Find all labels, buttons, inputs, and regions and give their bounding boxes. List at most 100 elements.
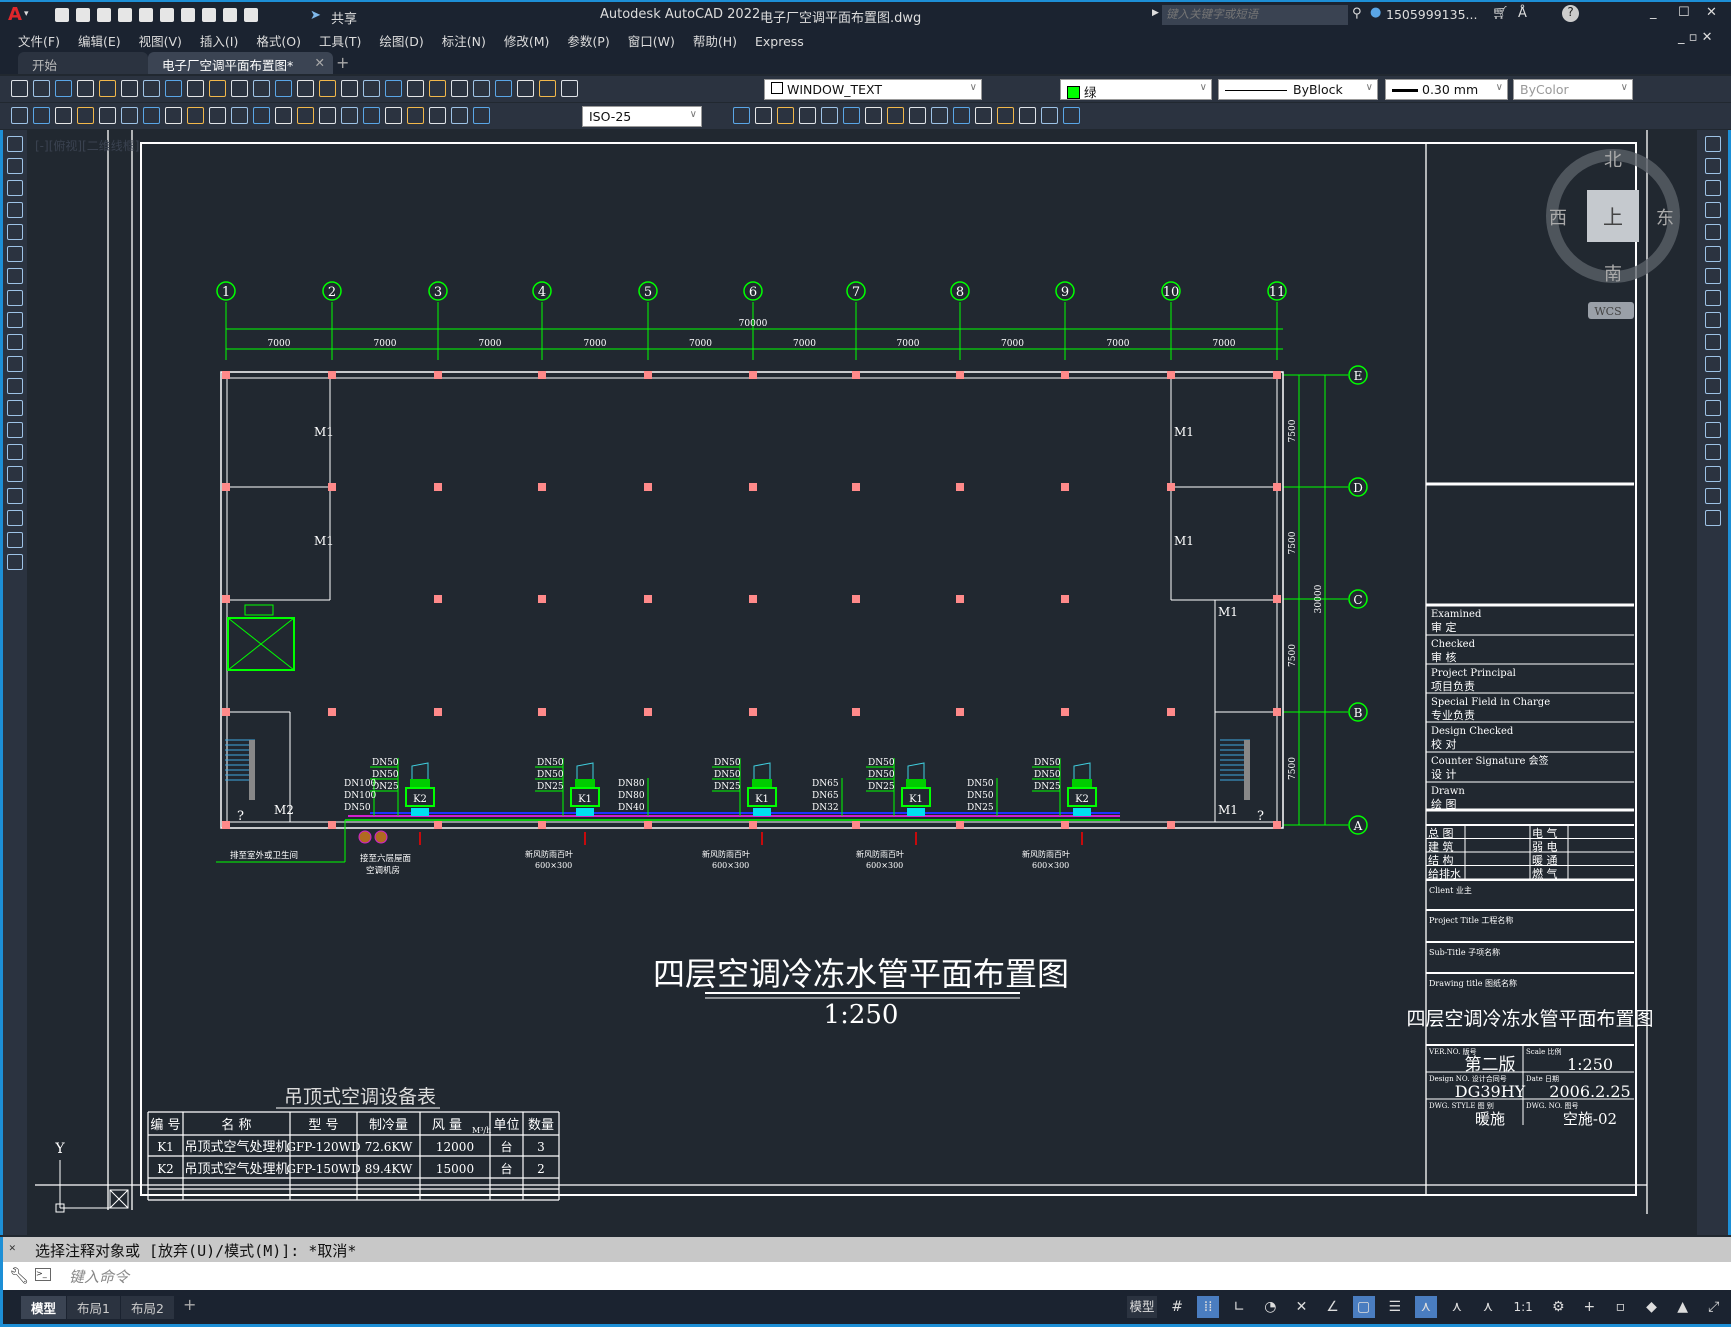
- save-as-icon[interactable]: [118, 8, 132, 22]
- pan-icon[interactable]: [319, 80, 336, 97]
- recent-commands-icon[interactable]: >_: [35, 1268, 51, 1281]
- polygon-icon[interactable]: [7, 202, 23, 218]
- dim-text-edit-icon[interactable]: [451, 107, 468, 124]
- new-icon[interactable]: [11, 80, 28, 97]
- stretch-icon[interactable]: [1704, 312, 1721, 328]
- dim-space-icon[interactable]: [297, 107, 314, 124]
- markup-icon[interactable]: [495, 80, 512, 97]
- circle-icon[interactable]: [7, 268, 23, 284]
- app-menu-chevron-icon[interactable]: ▾: [24, 9, 29, 19]
- redo-icon[interactable]: [223, 8, 237, 22]
- gradient-icon[interactable]: [7, 466, 23, 482]
- doc-restore-button[interactable]: _ ▫ ✕: [1678, 30, 1712, 45]
- explode-icon[interactable]: [1704, 510, 1721, 526]
- auto-scale-icon[interactable]: ⋏: [1446, 1296, 1468, 1318]
- close-tab-icon[interactable]: ✕: [315, 55, 325, 70]
- search-expand-icon[interactable]: ▶: [1152, 8, 1159, 18]
- graphics-performance-icon[interactable]: ▲: [1672, 1296, 1694, 1318]
- new-tab-button[interactable]: +: [336, 53, 349, 72]
- extend-icon[interactable]: [1704, 356, 1721, 372]
- ellipse-arc-icon[interactable]: [7, 356, 23, 372]
- user-account[interactable]: 1505999135...: [1386, 7, 1477, 22]
- rotate-icon[interactable]: [1704, 268, 1721, 284]
- autocad-logo[interactable]: A: [8, 4, 22, 25]
- annotation-visibility-icon[interactable]: ⋏: [1414, 1296, 1437, 1318]
- ortho-icon[interactable]: ∟: [1228, 1296, 1250, 1318]
- rotate-3d-icon[interactable]: [777, 107, 794, 124]
- annotation-scale-value[interactable]: 1:1: [1508, 1296, 1538, 1318]
- table-icon[interactable]: [7, 510, 23, 526]
- block-editor-icon[interactable]: [253, 80, 270, 97]
- plot-icon[interactable]: [77, 80, 94, 97]
- tolerance-icon[interactable]: [341, 107, 358, 124]
- lineweight-dropdown[interactable]: 0.30 mm ∨: [1385, 79, 1508, 100]
- layer-dropdown[interactable]: WINDOW_TEXT ∨: [764, 79, 982, 100]
- purge-icon[interactable]: [997, 107, 1014, 124]
- point-icon[interactable]: [7, 422, 23, 438]
- open-icon[interactable]: [76, 8, 90, 22]
- batch-check-icon[interactable]: [33, 107, 50, 124]
- plotstyle-dropdown[interactable]: ByColor ∨: [1513, 79, 1633, 100]
- add-layout-icon[interactable]: +: [183, 1295, 196, 1314]
- region-icon[interactable]: [7, 488, 23, 504]
- move-icon[interactable]: [1704, 246, 1721, 262]
- share-button[interactable]: 共享: [331, 8, 357, 27]
- share-icon[interactable]: ➤: [310, 8, 321, 23]
- customize-wrench-icon[interactable]: 🔧︎: [9, 1266, 29, 1285]
- ordinate-dim-icon[interactable]: [143, 107, 160, 124]
- minimize-button[interactable]: _: [1650, 5, 1657, 20]
- dim-edit-icon[interactable]: [429, 107, 446, 124]
- model-space-button[interactable]: 模型: [1127, 1296, 1157, 1318]
- annotation-scale-icon[interactable]: ⋏: [1477, 1296, 1499, 1318]
- share-mobile-icon[interactable]: [160, 8, 174, 22]
- zoom-previous-icon[interactable]: [385, 80, 402, 97]
- angular-dim-icon[interactable]: [209, 107, 226, 124]
- save-icon[interactable]: [55, 80, 72, 97]
- offset-icon[interactable]: [1704, 202, 1721, 218]
- add-selected-icon[interactable]: [7, 554, 23, 570]
- revision-cloud-icon[interactable]: [7, 290, 23, 306]
- undo-icon[interactable]: [202, 8, 216, 22]
- user-icon[interactable]: ●: [1370, 5, 1381, 20]
- design-center-icon[interactable]: [429, 80, 446, 97]
- maximize-button[interactable]: ☐: [1678, 5, 1690, 20]
- layout-tab-1[interactable]: 布局1: [67, 1296, 120, 1319]
- object-snap-icon[interactable]: ▢: [1352, 1296, 1375, 1318]
- plot-preview-icon[interactable]: [99, 80, 116, 97]
- command-input[interactable]: 🔧︎ >_ 键入命令: [0, 1262, 1731, 1290]
- chamfer-icon[interactable]: [931, 107, 948, 124]
- open-icon[interactable]: [33, 80, 50, 97]
- aligned-dim-icon[interactable]: [99, 107, 116, 124]
- object-snap-tracking-icon[interactable]: ∠: [1322, 1296, 1344, 1318]
- fillet-icon[interactable]: [1704, 466, 1721, 482]
- mirror-icon[interactable]: [1704, 180, 1721, 196]
- save-icon[interactable]: [97, 8, 111, 22]
- copy-icon[interactable]: [1704, 158, 1721, 174]
- blend-curves-icon[interactable]: [1704, 488, 1721, 504]
- workspace-gear-icon[interactable]: ⚙: [1547, 1296, 1569, 1318]
- hatch-icon[interactable]: [7, 444, 23, 460]
- polyline-icon[interactable]: [7, 180, 23, 196]
- cart-icon[interactable]: 🛒︎: [1492, 6, 1509, 21]
- isodraft-icon[interactable]: ✕: [1290, 1296, 1312, 1318]
- customize-qat-icon[interactable]: [244, 8, 258, 22]
- layer-off-icon[interactable]: [55, 107, 72, 124]
- undo-icon[interactable]: [275, 80, 292, 97]
- lineweight-icon[interactable]: ☰: [1384, 1296, 1406, 1318]
- edit-attribute-icon[interactable]: [11, 107, 28, 124]
- snap-icon[interactable]: ⁞⁞: [1197, 1296, 1220, 1318]
- dim-break-icon[interactable]: [319, 107, 336, 124]
- break-at-point-icon[interactable]: [1704, 378, 1721, 394]
- array-icon[interactable]: [1704, 224, 1721, 240]
- quick-properties-icon[interactable]: ◆: [1641, 1296, 1663, 1318]
- offset-icon[interactable]: [887, 107, 904, 124]
- group-icon[interactable]: [1041, 107, 1058, 124]
- baseline-dim-icon[interactable]: [253, 107, 270, 124]
- viewport-controls[interactable]: [-][俯视][二维线框]: [35, 137, 139, 154]
- center-mark-icon[interactable]: [363, 107, 380, 124]
- help-search-input[interactable]: [1162, 5, 1348, 25]
- cut-icon[interactable]: [165, 80, 182, 97]
- scale-icon[interactable]: [843, 107, 860, 124]
- insert-icon[interactable]: [975, 107, 992, 124]
- help-icon[interactable]: [539, 80, 556, 97]
